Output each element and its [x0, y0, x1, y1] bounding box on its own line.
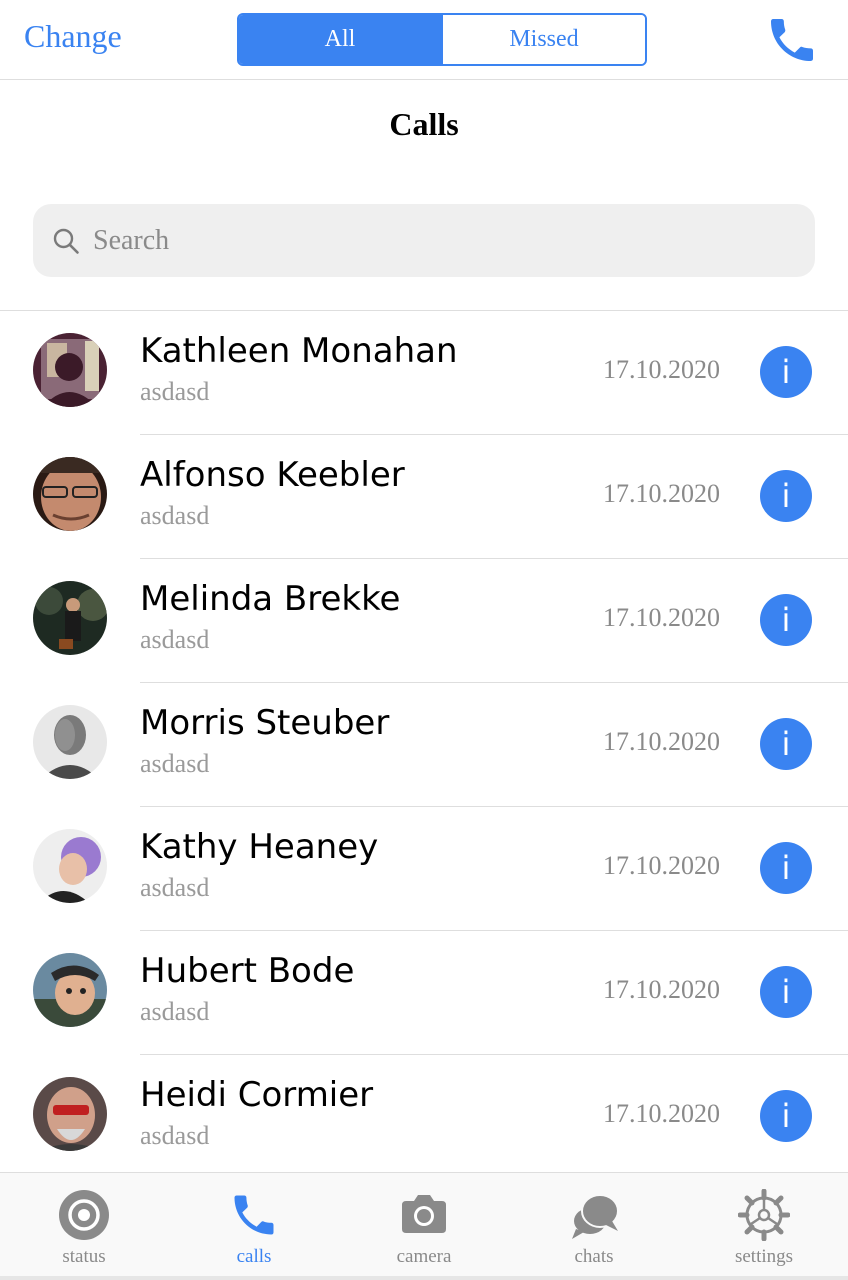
- tab-status[interactable]: status: [14, 1173, 154, 1277]
- call-date: 17.10.2020: [603, 727, 720, 756]
- segment-missed[interactable]: Missed: [441, 15, 645, 64]
- info-icon: i: [781, 477, 791, 515]
- info-button[interactable]: i: [760, 718, 812, 770]
- info-icon: i: [781, 973, 791, 1011]
- gear-icon: [738, 1189, 790, 1241]
- tab-chats[interactable]: chats: [524, 1173, 664, 1277]
- chat-bubbles-icon: [572, 1194, 619, 1239]
- avatar: [33, 333, 107, 407]
- bottom-edge: [0, 1276, 848, 1280]
- camera-icon: [402, 1195, 446, 1233]
- tab-label: camera: [396, 1246, 452, 1267]
- info-button[interactable]: i: [760, 966, 812, 1018]
- new-call-phone-icon[interactable]: [764, 12, 820, 68]
- calls-filter-segmented-control: All Missed: [237, 13, 647, 66]
- change-button[interactable]: Change: [24, 18, 122, 55]
- call-row[interactable]: Hubert Bode asdasd 17.10.2020 i: [0, 931, 848, 1055]
- calls-list: Kathleen Monahan asdasd 17.10.2020 i Alf…: [0, 311, 848, 1179]
- call-date: 17.10.2020: [603, 355, 720, 384]
- avatar: [33, 581, 107, 655]
- call-subtitle: asdasd: [140, 749, 210, 778]
- call-row[interactable]: Kathleen Monahan asdasd 17.10.2020 i: [0, 311, 848, 435]
- search-bar[interactable]: [33, 204, 815, 277]
- status-icon: [59, 1190, 109, 1240]
- call-date: 17.10.2020: [603, 479, 720, 508]
- info-button[interactable]: i: [760, 594, 812, 646]
- search-icon: [53, 228, 79, 254]
- avatar: [33, 829, 107, 903]
- top-bar: Change All Missed: [0, 0, 848, 80]
- tab-label: status: [62, 1246, 106, 1267]
- avatar: [33, 953, 107, 1027]
- info-button[interactable]: i: [760, 842, 812, 894]
- call-row[interactable]: Alfonso Keebler asdasd 17.10.2020 i: [0, 435, 848, 559]
- info-icon: i: [781, 725, 791, 763]
- call-subtitle: asdasd: [140, 377, 210, 406]
- contact-name: Kathy Heaney: [140, 827, 379, 867]
- page-title: Calls: [389, 106, 459, 142]
- info-button[interactable]: i: [760, 1090, 812, 1142]
- search-input[interactable]: [93, 204, 793, 277]
- avatar: [33, 1077, 107, 1151]
- info-icon: i: [781, 849, 791, 887]
- tab-label: calls: [236, 1246, 272, 1267]
- info-icon: i: [781, 353, 791, 391]
- contact-name: Kathleen Monahan: [140, 331, 458, 371]
- call-date: 17.10.2020: [603, 603, 720, 632]
- info-icon: i: [781, 601, 791, 639]
- avatar: [33, 457, 107, 531]
- call-row[interactable]: Morris Steuber asdasd 17.10.2020 i: [0, 683, 848, 807]
- tab-settings[interactable]: settings: [694, 1173, 834, 1277]
- call-date: 17.10.2020: [603, 851, 720, 880]
- contact-name: Melinda Brekke: [140, 579, 401, 619]
- avatar: [33, 705, 107, 779]
- contact-name: Morris Steuber: [140, 703, 390, 743]
- contact-name: Heidi Cormier: [140, 1075, 374, 1115]
- call-subtitle: asdasd: [140, 873, 210, 902]
- call-row[interactable]: Melinda Brekke asdasd 17.10.2020 i: [0, 559, 848, 683]
- call-subtitle: asdasd: [140, 1121, 210, 1150]
- call-subtitle: asdasd: [140, 501, 210, 530]
- call-row[interactable]: Heidi Cormier asdasd 17.10.2020 i: [0, 1055, 848, 1179]
- info-button[interactable]: i: [760, 470, 812, 522]
- call-date: 17.10.2020: [603, 1099, 720, 1128]
- contact-name: Hubert Bode: [140, 951, 355, 991]
- info-icon: i: [781, 1097, 791, 1135]
- tab-bar: status calls camera chats settings: [0, 1172, 848, 1280]
- phone-icon: [234, 1195, 274, 1235]
- contact-name: Alfonso Keebler: [140, 455, 405, 495]
- call-subtitle: asdasd: [140, 997, 210, 1026]
- tab-label: settings: [734, 1246, 794, 1267]
- tab-label: chats: [574, 1246, 614, 1267]
- tab-calls[interactable]: calls: [184, 1173, 324, 1277]
- call-date: 17.10.2020: [603, 975, 720, 1004]
- segment-all[interactable]: All: [239, 15, 441, 64]
- call-row[interactable]: Kathy Heaney asdasd 17.10.2020 i: [0, 807, 848, 931]
- info-button[interactable]: i: [760, 346, 812, 398]
- call-subtitle: asdasd: [140, 625, 210, 654]
- tab-camera[interactable]: camera: [354, 1173, 494, 1277]
